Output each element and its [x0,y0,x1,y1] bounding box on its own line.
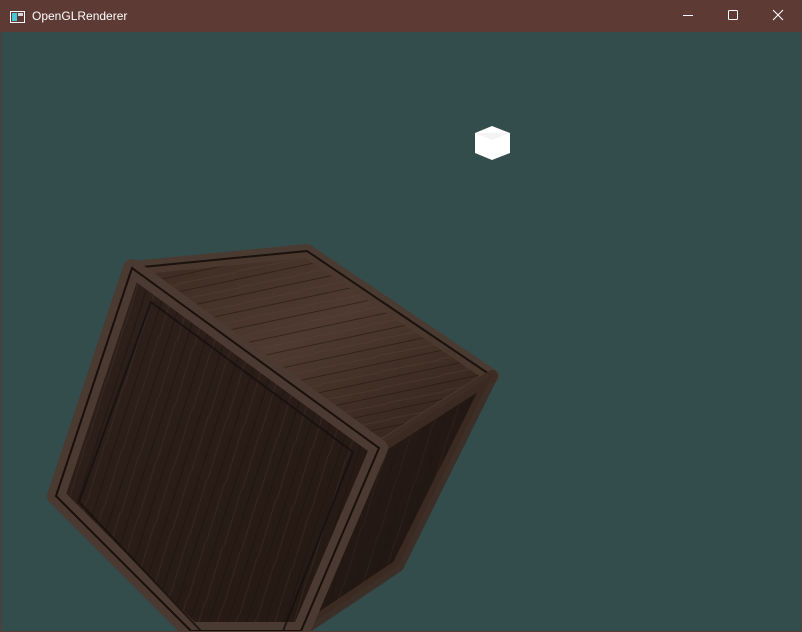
render-viewport[interactable] [1,32,801,631]
wooden-crate [47,244,499,631]
title-bar[interactable]: OpenGLRenderer [1,1,801,32]
maximize-button[interactable] [710,1,756,32]
app-window-icon [10,10,25,23]
minimize-button[interactable] [665,1,711,32]
close-icon [772,8,784,26]
scene-canvas [47,126,510,631]
window-title: OpenGLRenderer [32,9,128,23]
close-button[interactable] [755,1,801,32]
light-source-cube [475,126,510,160]
maximize-icon [727,8,739,26]
minimize-icon [682,8,694,26]
opengl-window: OpenGLRenderer [0,0,802,632]
